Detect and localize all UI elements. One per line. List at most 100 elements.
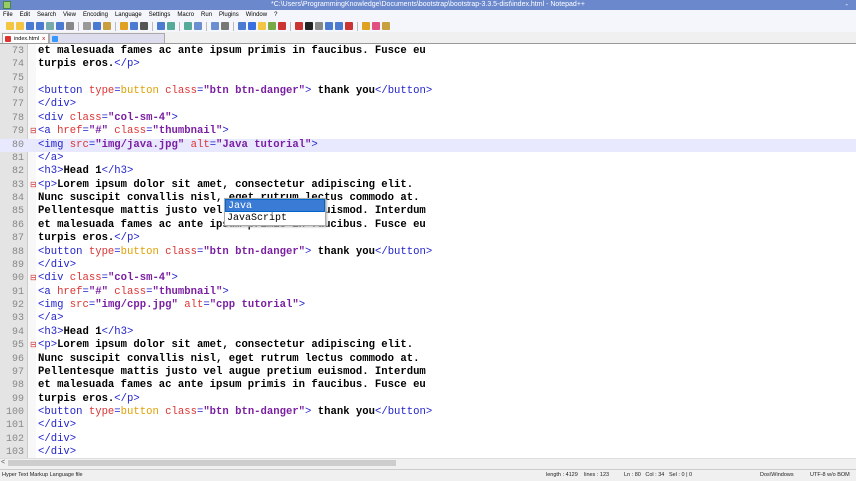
code-line[interactable]: 75 bbox=[0, 72, 856, 85]
code-line[interactable]: 91 <a href="#" class="thumbnail"> bbox=[0, 286, 856, 299]
toolbar-button-icon[interactable] bbox=[382, 22, 390, 30]
toolbar-button-icon[interactable] bbox=[315, 22, 323, 30]
fold-toggle-icon[interactable]: ⊟ bbox=[30, 125, 37, 138]
menu-encoding[interactable]: Encoding bbox=[83, 10, 108, 20]
toolbar-button-icon[interactable] bbox=[221, 22, 229, 30]
code-line[interactable]: 92 <img src="img/cpp.jpg" alt="cpp tutori… bbox=[0, 299, 856, 312]
code-line[interactable]: 83 ⊟ <p>Lorem ipsum dolor sit amet, consec… bbox=[0, 179, 856, 192]
code-line[interactable]: 93 </a> bbox=[0, 312, 856, 325]
code-token: > bbox=[298, 299, 306, 312]
toolbar-button-icon[interactable] bbox=[278, 22, 286, 30]
menu-edit[interactable]: Edit bbox=[20, 10, 30, 20]
code-line[interactable]: 73 et malesuada fames ac ante ipsum primi… bbox=[0, 45, 856, 58]
toolbar-button-icon[interactable] bbox=[46, 22, 54, 30]
toolbar-button-icon[interactable] bbox=[211, 22, 219, 30]
toolbar bbox=[0, 20, 856, 32]
code-line[interactable]: 87 turpis eros.</p> bbox=[0, 232, 856, 245]
menu-language[interactable]: Language bbox=[115, 10, 142, 20]
minimize-button[interactable]: - bbox=[845, 0, 848, 10]
code-line[interactable]: 98 et malesuada fames ac ante ipsum primi… bbox=[0, 379, 856, 392]
menu-file[interactable]: File bbox=[3, 10, 13, 20]
code-line[interactable]: 97 Pellentesque mattis justo vel augue pr… bbox=[0, 366, 856, 379]
horizontal-scrollbar[interactable]: < bbox=[0, 458, 856, 467]
menu-search[interactable]: Search bbox=[37, 10, 56, 20]
code-line[interactable]: 103 </div> bbox=[0, 446, 856, 458]
toolbar-button-icon[interactable] bbox=[268, 22, 276, 30]
code-line[interactable]: 90 ⊟ <div class="col-sm-4"> bbox=[0, 272, 856, 285]
menu-help[interactable]: ? bbox=[274, 10, 277, 20]
toolbar-button-icon[interactable] bbox=[6, 22, 14, 30]
toolbar-button-icon[interactable] bbox=[335, 22, 343, 30]
code-line[interactable]: 84Nunc suscipit convallis nisl, eget rut… bbox=[0, 192, 856, 205]
code-token: <div bbox=[38, 111, 70, 124]
code-line[interactable]: 85Pellentesque mattis justo vel augue pr… bbox=[0, 205, 856, 218]
line-number: 73 bbox=[11, 46, 24, 57]
toolbar-button-icon[interactable] bbox=[56, 22, 64, 30]
toolbar-button-icon[interactable] bbox=[120, 22, 128, 30]
code-token: "#" bbox=[88, 125, 108, 138]
toolbar-button-icon[interactable] bbox=[194, 22, 202, 30]
toolbar-button-icon[interactable] bbox=[362, 22, 370, 30]
toolbar-button-icon[interactable] bbox=[66, 22, 74, 30]
toolbar-button-icon[interactable] bbox=[16, 22, 24, 30]
code-line[interactable]: 76 <button type=button class="btn btn-dan… bbox=[0, 85, 856, 98]
menu-window[interactable]: Window bbox=[246, 10, 267, 20]
toolbar-button-icon[interactable] bbox=[167, 22, 175, 30]
code-line[interactable]: 80 <img src="img/java.jpg" alt="Java tuto… bbox=[0, 138, 856, 152]
toolbar-button-icon[interactable] bbox=[83, 22, 91, 30]
toolbar-button-icon[interactable] bbox=[372, 22, 380, 30]
code-line[interactable]: 95 ⊟ <p>Lorem ipsum dolor sit amet, consec… bbox=[0, 339, 856, 352]
code-line[interactable]: 99 turpis eros.</p> bbox=[0, 393, 856, 406]
code-line[interactable]: 89 </div> bbox=[0, 259, 856, 272]
toolbar-button-icon[interactable] bbox=[103, 22, 111, 30]
fold-toggle-icon[interactable]: ⊟ bbox=[30, 339, 37, 352]
autocomplete-item-javascript[interactable]: JavaScript bbox=[225, 212, 325, 225]
code-line[interactable]: 96 Nunc suscipit convallis nisl, eget rut… bbox=[0, 353, 856, 366]
code-token: Head 1 bbox=[63, 165, 102, 178]
toolbar-button-icon[interactable] bbox=[305, 22, 313, 30]
code-token: <img bbox=[38, 299, 70, 312]
toolbar-button-icon[interactable] bbox=[345, 22, 353, 30]
toolbar-button-icon[interactable] bbox=[140, 22, 148, 30]
menu-run[interactable]: Run bbox=[201, 10, 212, 20]
code-token: class bbox=[158, 85, 197, 98]
code-line[interactable]: 102 </div> bbox=[0, 433, 856, 446]
code-line[interactable]: 86et malesuada fames ac ante ipsum primi… bbox=[0, 219, 856, 232]
autocomplete-item-java[interactable]: Java bbox=[225, 199, 325, 212]
code-line[interactable]: 88 <button type=button class="btn btn-dan… bbox=[0, 246, 856, 259]
menu-settings[interactable]: Settings bbox=[149, 10, 171, 20]
fold-toggle-icon[interactable]: ⊟ bbox=[30, 179, 37, 192]
menu-bar: File Edit Search View Encoding Language Settin… bbox=[0, 10, 856, 20]
code-line[interactable]: 81 </a> bbox=[0, 152, 856, 165]
code-token: <button bbox=[38, 405, 89, 418]
tab-second-file[interactable] bbox=[49, 33, 166, 43]
code-line[interactable]: 100 <button type=button class="btn btn-da… bbox=[0, 406, 856, 419]
code-line[interactable]: 77 </div> bbox=[0, 98, 856, 111]
toolbar-button-icon[interactable] bbox=[26, 22, 34, 30]
menu-plugins[interactable]: Plugins bbox=[219, 10, 239, 20]
toolbar-button-icon[interactable] bbox=[258, 22, 266, 30]
toolbar-button-icon[interactable] bbox=[295, 22, 303, 30]
toolbar-button-icon[interactable] bbox=[36, 22, 44, 30]
tab-close-icon[interactable]: x bbox=[42, 36, 45, 42]
code-line[interactable]: 101 </div> bbox=[0, 419, 856, 432]
scrollbar-thumb[interactable] bbox=[8, 460, 396, 466]
tab-index-html[interactable]: index.html x bbox=[2, 33, 50, 43]
toolbar-button-icon[interactable] bbox=[325, 22, 333, 30]
toolbar-button-icon[interactable] bbox=[248, 22, 256, 30]
scroll-left-arrow[interactable]: < bbox=[1, 459, 5, 466]
menu-view[interactable]: View bbox=[63, 10, 76, 20]
code-line[interactable]: 79 ⊟ <a href="#" class="thumbnail"> bbox=[0, 125, 856, 138]
menu-macro[interactable]: Macro bbox=[177, 10, 194, 20]
code-line[interactable]: 82 <h3>Head 1</h3> bbox=[0, 165, 856, 178]
toolbar-button-icon[interactable] bbox=[93, 22, 101, 30]
toolbar-button-icon[interactable] bbox=[184, 22, 192, 30]
toolbar-button-icon[interactable] bbox=[238, 22, 246, 30]
code-line[interactable]: 78 <div class="col-sm-4"> bbox=[0, 112, 856, 125]
code-editor[interactable]: 73 et malesuada fames ac ante ipsum primi… bbox=[0, 44, 856, 458]
toolbar-button-icon[interactable] bbox=[157, 22, 165, 30]
fold-toggle-icon[interactable]: ⊟ bbox=[30, 272, 37, 285]
toolbar-button-icon[interactable] bbox=[130, 22, 138, 30]
code-line[interactable]: 74 turpis eros.</p> bbox=[0, 58, 856, 71]
code-line[interactable]: 94 <h3>Head 1</h3> bbox=[0, 326, 856, 339]
